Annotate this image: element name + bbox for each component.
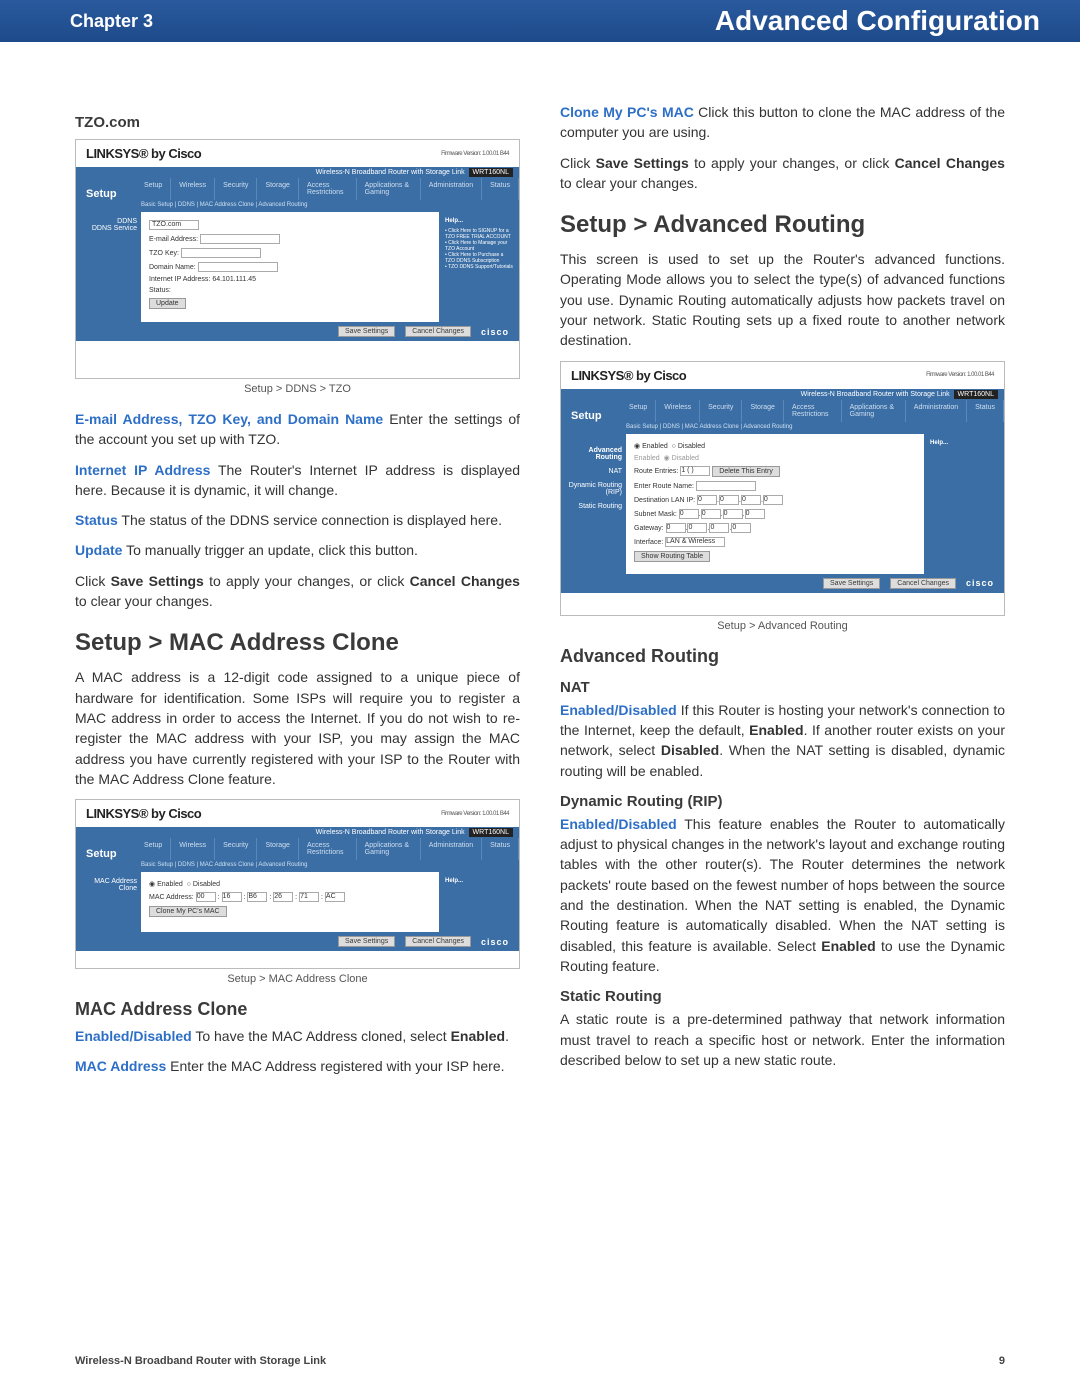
left-column: TZO.com LINKSYS® by Cisco Firmware Versio… [75,102,520,1087]
tzo-heading: TZO.com [75,114,520,131]
ss1-save: Save Settings [338,326,395,337]
heading-nat: NAT [560,679,1005,696]
ss1-model: WRT160NL [469,168,513,177]
label-nat-enabled: Enabled/Disabled [560,702,677,718]
save-cancel-note-2: Click Save Settings to apply your change… [560,153,1005,194]
heading-rip: Dynamic Routing (RIP) [560,793,1005,810]
heading-static-routing: Static Routing [560,988,1005,1005]
heading-mac-clone-sub: MAC Address Clone [75,999,520,1020]
ss1-cisco: cisco [481,327,509,337]
heading-mac-clone: Setup > MAC Address Clone [75,629,520,657]
footer-title: Wireless-N Broadband Router with Storage… [75,1355,326,1367]
screenshot-advanced-routing: LINKSYS® by CiscoFirmware Version: 1.00.… [560,361,1005,616]
header-title: Advanced Configuration [715,5,1040,37]
page-body: TZO.com LINKSYS® by Cisco Firmware Versio… [0,42,1080,1087]
label-internet-ip: Internet IP Address [75,462,210,478]
label-update: Update [75,542,122,558]
ss1-side: DDNS DDNS Service [76,212,141,322]
ss1-subtabs: Basic Setup | DDNS | MAC Address Clone |… [76,200,519,212]
label-enabled-disabled-mac: Enabled/Disabled [75,1028,192,1044]
advanced-routing-intro: This screen is used to set up the Router… [560,249,1005,350]
ss1-model-line: Wireless-N Broadband Router with Storage… [316,169,465,176]
heading-ar-sub: Advanced Routing [560,646,1005,667]
caption-3: Setup > Advanced Routing [560,620,1005,632]
label-mac-address: MAC Address [75,1058,166,1074]
label-status: Status [75,512,118,528]
right-column: Clone My PC's MAC Click this button to c… [560,102,1005,1087]
caption-1: Setup > DDNS > TZO [75,383,520,395]
save-cancel-note-1: Click Save Settings to apply your change… [75,571,520,612]
screenshot-mac-clone: LINKSYS® by CiscoFirmware Version: 1.00.… [75,799,520,969]
screenshot-ddns-tzo: LINKSYS® by Cisco Firmware Version: 1.00.… [75,139,520,379]
ss1-content: TZO.com E-mail Address: TZO Key: Domain … [141,212,439,322]
ss3-delete-btn: Delete This Entry [712,466,780,477]
ss1-tabs: Setup Wireless Security Storage Access R… [76,178,519,200]
chapter-label: Chapter 3 [70,11,153,32]
page-number: 9 [999,1355,1005,1367]
ss1-help: Help... • Click Here to SIGNUP for a TZO… [439,212,519,322]
ss3-show-routing: Show Routing Table [634,551,710,562]
ss1-logo: LINKSYS® by Cisco [86,146,201,161]
ss1-setup: Setup [86,188,117,200]
page-footer: Wireless-N Broadband Router with Storage… [75,1355,1005,1367]
static-routing-text: A static route is a pre-determined pathw… [560,1009,1005,1070]
page-header: Chapter 3 Advanced Configuration [0,0,1080,42]
caption-2: Setup > MAC Address Clone [75,973,520,985]
mac-clone-intro: A MAC address is a 12-digit code assigne… [75,667,520,789]
label-clone-pc-mac: Clone My PC's MAC [560,104,694,120]
label-email: E-mail Address, TZO Key, and Domain Name [75,411,383,427]
label-rip-enabled: Enabled/Disabled [560,816,677,832]
ss2-side: MAC Address Clone [76,872,141,932]
ss1-firmware: Firmware Version: 1.00.01 B44 [441,151,509,157]
ss1-update-btn: Update [149,298,186,309]
ss2-clone-btn: Clone My PC's MAC [149,906,227,917]
heading-advanced-routing: Setup > Advanced Routing [560,211,1005,239]
ss3-side: Advanced Routing NAT Dynamic Routing (RI… [561,434,626,574]
ss1-cancel: Cancel Changes [405,326,471,337]
